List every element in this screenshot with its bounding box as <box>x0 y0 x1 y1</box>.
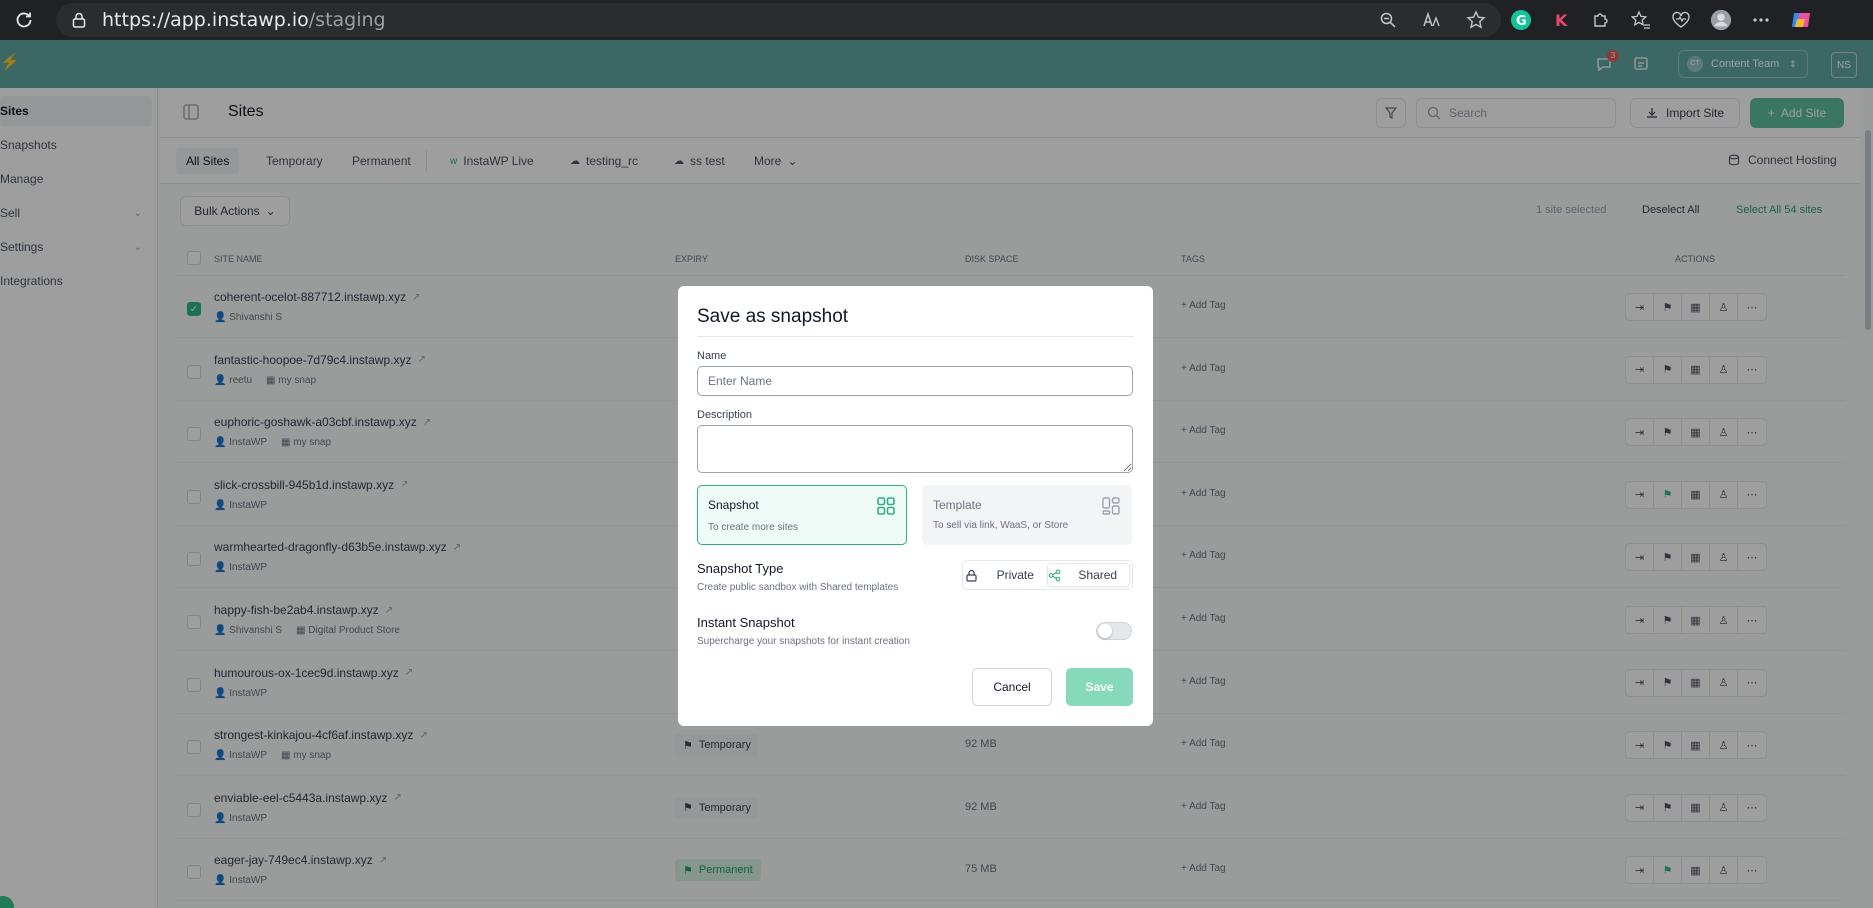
cancel-button[interactable]: Cancel <box>972 668 1052 706</box>
svg-text:G: G <box>1516 14 1527 29</box>
snapshot-name-input[interactable] <box>697 366 1133 396</box>
description-label: Description <box>697 409 753 421</box>
copilot-icon[interactable] <box>1790 9 1812 31</box>
address-bar[interactable]: https://app.instawp.io/staging <box>56 3 1501 37</box>
snapshot-type-subtitle: Create public sandbox with Shared templa… <box>697 582 899 593</box>
shared-option[interactable]: Shared <box>1046 563 1130 587</box>
favorites-icon[interactable] <box>1630 9 1652 31</box>
snapshot-option-title: Snapshot <box>708 498 759 512</box>
private-label: Private <box>996 568 1034 582</box>
template-option-subtitle: To sell via link, WaaS, or Store <box>933 520 1069 531</box>
snapshot-option-card[interactable]: Snapshot To create more sites <box>697 485 907 545</box>
k-extension-icon[interactable]: K <box>1550 9 1572 31</box>
grid-icon <box>876 496 896 516</box>
site-info-icon[interactable] <box>70 11 88 29</box>
template-option-card[interactable]: Template To sell via link, WaaS, or Stor… <box>922 485 1132 545</box>
snapshot-option-subtitle: To create more sites <box>708 522 799 533</box>
url-text: https://app.instawp.io/staging <box>102 9 386 31</box>
grammarly-icon[interactable]: G <box>1510 9 1532 31</box>
more-menu-icon[interactable] <box>1750 9 1772 31</box>
favorite-star-icon[interactable] <box>1465 9 1487 31</box>
visibility-toggle-group: Private Shared <box>962 560 1133 590</box>
instant-snapshot-toggle[interactable] <box>1096 622 1132 640</box>
template-option-title: Template <box>933 498 982 512</box>
save-button[interactable]: Save <box>1066 668 1133 706</box>
dialog-divider <box>697 336 1134 337</box>
browser-toolbar: https://app.instawp.io/staging G K <box>0 0 1873 40</box>
template-layout-icon <box>1101 496 1121 516</box>
toggle-knob <box>1098 624 1112 638</box>
reload-icon[interactable] <box>12 8 36 32</box>
svg-text:K: K <box>1555 11 1568 30</box>
instant-snapshot-subtitle: Supercharge your snapshots for instant c… <box>697 636 910 647</box>
name-label: Name <box>697 350 727 362</box>
lock-icon <box>966 569 977 582</box>
read-aloud-icon[interactable] <box>1421 9 1443 31</box>
private-option[interactable]: Private <box>965 563 1047 587</box>
snapshot-type-title: Snapshot Type <box>697 561 784 576</box>
browser-essentials-icon[interactable] <box>1670 9 1692 31</box>
snapshot-description-input[interactable] <box>697 425 1133 473</box>
zoom-icon[interactable] <box>1377 9 1399 31</box>
instant-snapshot-title: Instant Snapshot <box>697 615 795 630</box>
shared-label: Shared <box>1078 568 1118 582</box>
share-icon <box>1048 568 1060 582</box>
dialog-title: Save as snapshot <box>697 306 849 327</box>
save-snapshot-dialog: Save as snapshot Name Description Snapsh… <box>678 286 1153 726</box>
extensions-puzzle-icon[interactable] <box>1590 9 1612 31</box>
profile-icon[interactable] <box>1710 9 1732 31</box>
